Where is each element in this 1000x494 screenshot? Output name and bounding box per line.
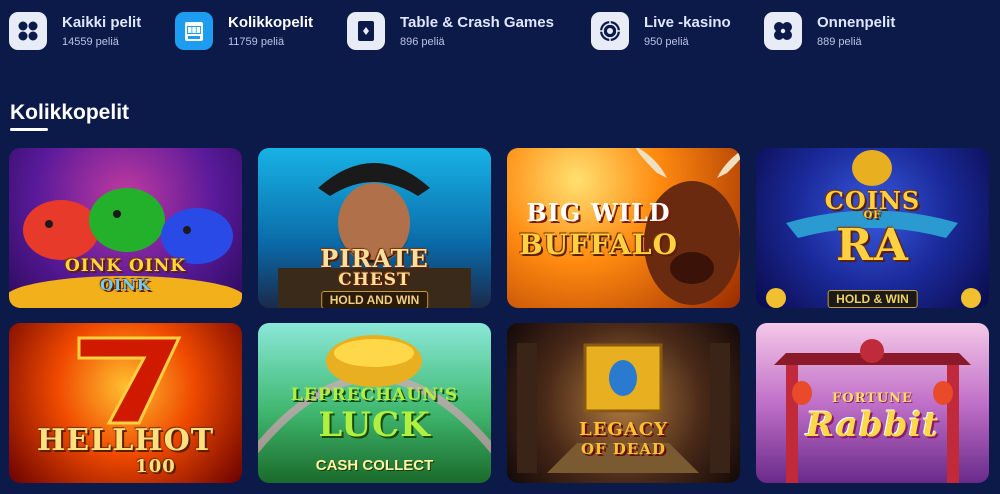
game-tile-pirate-chest[interactable]: PIRATE CHEST HOLD AND WIN — [258, 148, 491, 308]
category-luck-games[interactable]: Onnenpelit 889 peliä — [764, 9, 895, 53]
roulette-wheel-icon — [591, 12, 629, 50]
section-title: Kolikkopelit — [10, 101, 130, 124]
game-tile-coins-of-ra[interactable]: COINS OF RA HOLD & WIN — [756, 148, 989, 308]
game-subtitle: HOLD AND WIN — [320, 291, 429, 308]
game-title: LEGACY — [579, 419, 668, 440]
game-title: PIRATE — [320, 244, 429, 273]
category-count: 11759 peliä — [228, 35, 285, 48]
grid-icon — [9, 12, 47, 50]
category-count: 14559 peliä — [62, 35, 119, 48]
clover-icon — [764, 12, 802, 50]
category-table-crash[interactable]: Table & Crash Games 896 peliä — [347, 9, 554, 53]
category-live-casino[interactable]: Live -kasino 950 peliä — [591, 9, 731, 53]
category-count: 896 peliä — [400, 35, 445, 48]
game-title: OINK OINK — [64, 256, 187, 276]
game-title-line2: CHEST — [338, 270, 411, 290]
game-tile-big-wild-buffalo[interactable]: BIG WILD BUFFALO — [507, 148, 740, 308]
game-title-line2: 100 — [135, 456, 176, 477]
category-all-games[interactable]: Kaikki pelit 14559 peliä — [9, 9, 141, 53]
game-subtitle: HOLD & WIN — [827, 290, 918, 308]
category-label: Table & Crash Games — [400, 13, 554, 31]
game-title: HELLHOT — [36, 423, 215, 458]
game-tile-legacy-of-dead[interactable]: LEGACY OF DEAD — [507, 323, 740, 483]
game-title: LEPRECHAUN'S — [290, 385, 459, 405]
category-label: Kolikkopelit — [228, 13, 314, 31]
playing-card-icon — [347, 12, 385, 50]
category-label: Live -kasino — [644, 13, 731, 31]
game-tile-oink-oink-oink[interactable]: OINK OINK OINK — [9, 148, 242, 308]
category-label: Onnenpelit — [817, 13, 896, 31]
section-title-underline — [10, 128, 48, 131]
slot-machine-icon — [175, 12, 213, 50]
category-count: 950 peliä — [644, 35, 689, 48]
game-title-line2: RA — [836, 220, 909, 271]
game-artwork — [517, 343, 730, 473]
game-title: BIG WILD — [526, 198, 671, 227]
game-title-line2: OF DEAD — [580, 440, 667, 458]
game-title-line2: BUFFALO — [518, 228, 678, 261]
game-subtitle: CASH COLLECT — [315, 457, 434, 474]
game-title-line2: Rabbit — [805, 405, 940, 445]
category-label: Kaikki pelit — [62, 13, 142, 31]
category-bar: Kaikki pelit 14559 peliä Kolikkopelit 11… — [0, 0, 1000, 62]
game-tile-hellhot-100[interactable]: HELLHOT 100 — [9, 323, 242, 483]
game-tile-leprechauns-luck[interactable]: LEPRECHAUN'S LUCK CASH COLLECT — [258, 323, 491, 483]
category-count: 889 peliä — [817, 35, 862, 48]
game-title-line2: LUCK — [318, 405, 431, 445]
game-tile-fortune-rabbit[interactable]: FORTUNE Rabbit — [756, 323, 989, 483]
category-slots[interactable]: Kolikkopelit 11759 peliä — [175, 9, 313, 53]
game-title-line2: OINK — [100, 276, 151, 294]
game-title: FORTUNE — [832, 391, 913, 406]
